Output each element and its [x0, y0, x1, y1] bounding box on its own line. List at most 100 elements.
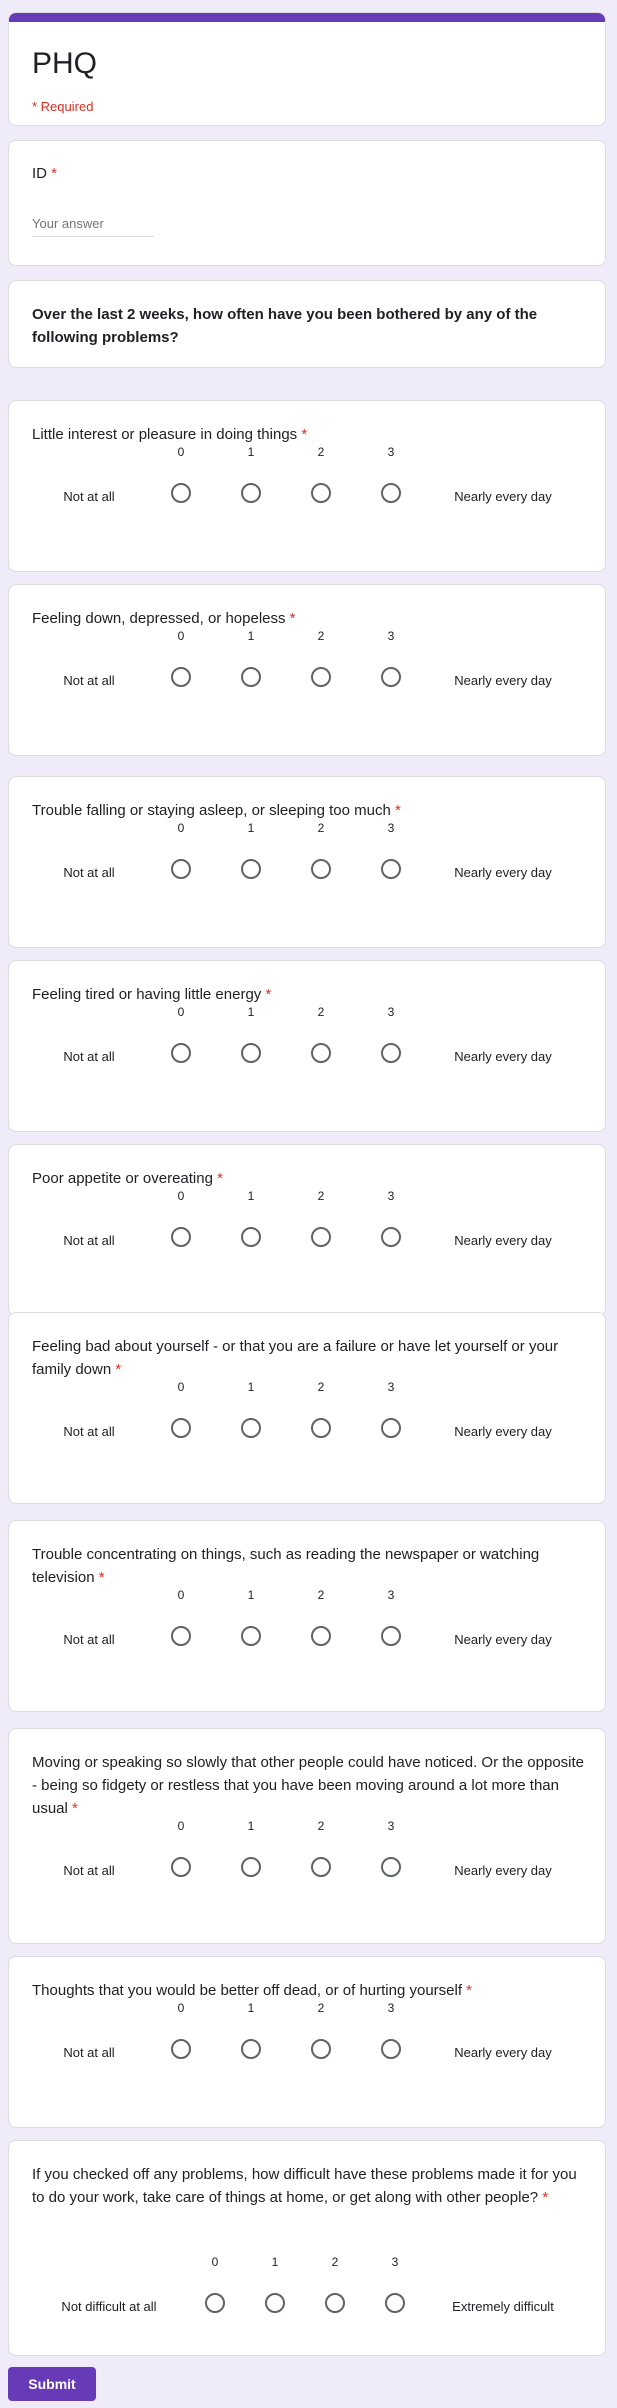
- radio-option-1[interactable]: [241, 667, 261, 687]
- radio-option-3[interactable]: [381, 483, 401, 503]
- header-accent-bar: [9, 13, 605, 22]
- question-label: Trouble falling or staying asleep, or sl…: [32, 799, 592, 822]
- question-card: Feeling bad about yourself - or that you…: [8, 1312, 606, 1504]
- scale-high-label: Nearly every day: [454, 2045, 552, 2060]
- radio-option-2[interactable]: [311, 859, 331, 879]
- scale-high-label: Nearly every day: [454, 1863, 552, 1878]
- radio-option-0[interactable]: [205, 2293, 225, 2313]
- scale-value-2: 2: [317, 1189, 325, 1203]
- radio-option-2[interactable]: [311, 1418, 331, 1438]
- scale-value-2: 2: [317, 1005, 325, 1019]
- radio-option-3[interactable]: [381, 1043, 401, 1063]
- radio-option-3[interactable]: [385, 2293, 405, 2313]
- radio-option-0[interactable]: [171, 1626, 191, 1646]
- radio-option-0[interactable]: [171, 1418, 191, 1438]
- question-card: Moving or speaking so slowly that other …: [8, 1728, 606, 1944]
- radio-option-3[interactable]: [381, 1626, 401, 1646]
- required-star: *: [98, 1569, 105, 1586]
- radio-option-3[interactable]: [381, 2039, 401, 2059]
- scale-value-3: 3: [391, 2255, 399, 2269]
- radio-option-0[interactable]: [171, 2039, 191, 2059]
- radio-option-1[interactable]: [241, 1626, 261, 1646]
- radio-option-1[interactable]: [241, 1227, 261, 1247]
- form-header-card: PHQ * Required: [8, 12, 606, 126]
- scale-value-1: 1: [271, 2255, 279, 2269]
- question-text: Feeling bad about yourself - or that you…: [32, 1338, 559, 1378]
- radio-option-1[interactable]: [241, 483, 261, 503]
- radio-option-2[interactable]: [311, 1043, 331, 1063]
- scale-value-3: 3: [387, 821, 395, 835]
- radio-option-0[interactable]: [171, 483, 191, 503]
- radio-option-3[interactable]: [381, 1418, 401, 1438]
- radio-option-2[interactable]: [311, 1857, 331, 1877]
- question-card: Thoughts that you would be better off de…: [8, 1956, 606, 2128]
- question-text: Moving or speaking so slowly that other …: [32, 1754, 584, 1817]
- required-star: *: [265, 986, 272, 1003]
- difficulty-question-card: If you checked off any problems, how dif…: [8, 2140, 606, 2356]
- question-label: Feeling bad about yourself - or that you…: [32, 1335, 592, 1381]
- scale-value-2: 2: [317, 1819, 325, 1833]
- scale-value-0: 0: [177, 445, 185, 459]
- scale-high-label: Extremely difficult: [452, 2299, 554, 2314]
- scale-value-2: 2: [317, 1380, 325, 1394]
- radio-option-2[interactable]: [311, 2039, 331, 2059]
- radio-option-0[interactable]: [171, 1857, 191, 1877]
- radio-option-0[interactable]: [171, 1227, 191, 1247]
- radio-option-1[interactable]: [241, 1418, 261, 1438]
- scale-value-0: 0: [177, 629, 185, 643]
- radio-option-3[interactable]: [381, 859, 401, 879]
- radio-option-3[interactable]: [381, 1227, 401, 1247]
- question-text: Trouble falling or staying asleep, or sl…: [32, 802, 391, 819]
- required-star: *: [395, 802, 401, 819]
- radio-option-3[interactable]: [381, 1857, 401, 1877]
- radio-option-0[interactable]: [171, 1043, 191, 1063]
- question-card: Trouble falling or staying asleep, or sl…: [8, 776, 606, 948]
- scale-high-label: Nearly every day: [454, 1632, 552, 1647]
- scale-value-2: 2: [317, 445, 325, 459]
- scale-low-label: Not at all: [63, 865, 115, 880]
- radio-option-2[interactable]: [311, 667, 331, 687]
- radio-option-1[interactable]: [265, 2293, 285, 2313]
- radio-option-1[interactable]: [241, 2039, 261, 2059]
- required-note: * Required: [32, 99, 94, 114]
- scale-value-1: 1: [247, 629, 255, 643]
- radio-option-2[interactable]: [325, 2293, 345, 2313]
- question-text: Little interest or pleasure in doing thi…: [32, 426, 298, 443]
- scale-high-label: Nearly every day: [454, 1233, 552, 1248]
- instructions-text: Over the last 2 weeks, how often have yo…: [32, 306, 538, 346]
- submit-button[interactable]: Submit: [8, 2367, 96, 2401]
- scale-value-0: 0: [177, 1189, 185, 1203]
- scale-value-2: 2: [317, 1588, 325, 1602]
- scale-value-3: 3: [387, 445, 395, 459]
- scale-value-1: 1: [247, 1189, 255, 1203]
- scale-value-3: 3: [387, 1189, 395, 1203]
- scale-value-2: 2: [317, 821, 325, 835]
- radio-option-2[interactable]: [311, 1227, 331, 1247]
- required-star: *: [301, 426, 308, 443]
- scale-value-1: 1: [247, 1005, 255, 1019]
- radio-option-1[interactable]: [241, 1043, 261, 1063]
- scale-value-3: 3: [387, 629, 395, 643]
- scale-low-label: Not at all: [63, 1863, 115, 1878]
- radio-option-0[interactable]: [171, 859, 191, 879]
- scale-value-0: 0: [211, 2255, 219, 2269]
- scale-value-2: 2: [317, 2001, 325, 2015]
- radio-option-1[interactable]: [241, 859, 261, 879]
- radio-option-2[interactable]: [311, 1626, 331, 1646]
- id-input[interactable]: [32, 211, 154, 237]
- scale-value-3: 3: [387, 1819, 395, 1833]
- scale-low-label: Not at all: [63, 489, 115, 504]
- radio-option-1[interactable]: [241, 1857, 261, 1877]
- radio-option-2[interactable]: [311, 483, 331, 503]
- radio-option-0[interactable]: [171, 667, 191, 687]
- question-text: Poor appetite or overeating: [32, 1170, 213, 1187]
- question-label: If you checked off any problems, how dif…: [32, 2163, 592, 2209]
- scale-high-label: Nearly every day: [454, 1424, 552, 1439]
- id-question-card: ID *: [8, 140, 606, 266]
- scale-value-0: 0: [177, 1005, 185, 1019]
- question-card: Trouble concentrating on things, such as…: [8, 1520, 606, 1712]
- scale-low-label: Not at all: [63, 673, 115, 688]
- radio-option-3[interactable]: [381, 667, 401, 687]
- scale-value-1: 1: [247, 821, 255, 835]
- scale-value-1: 1: [247, 1380, 255, 1394]
